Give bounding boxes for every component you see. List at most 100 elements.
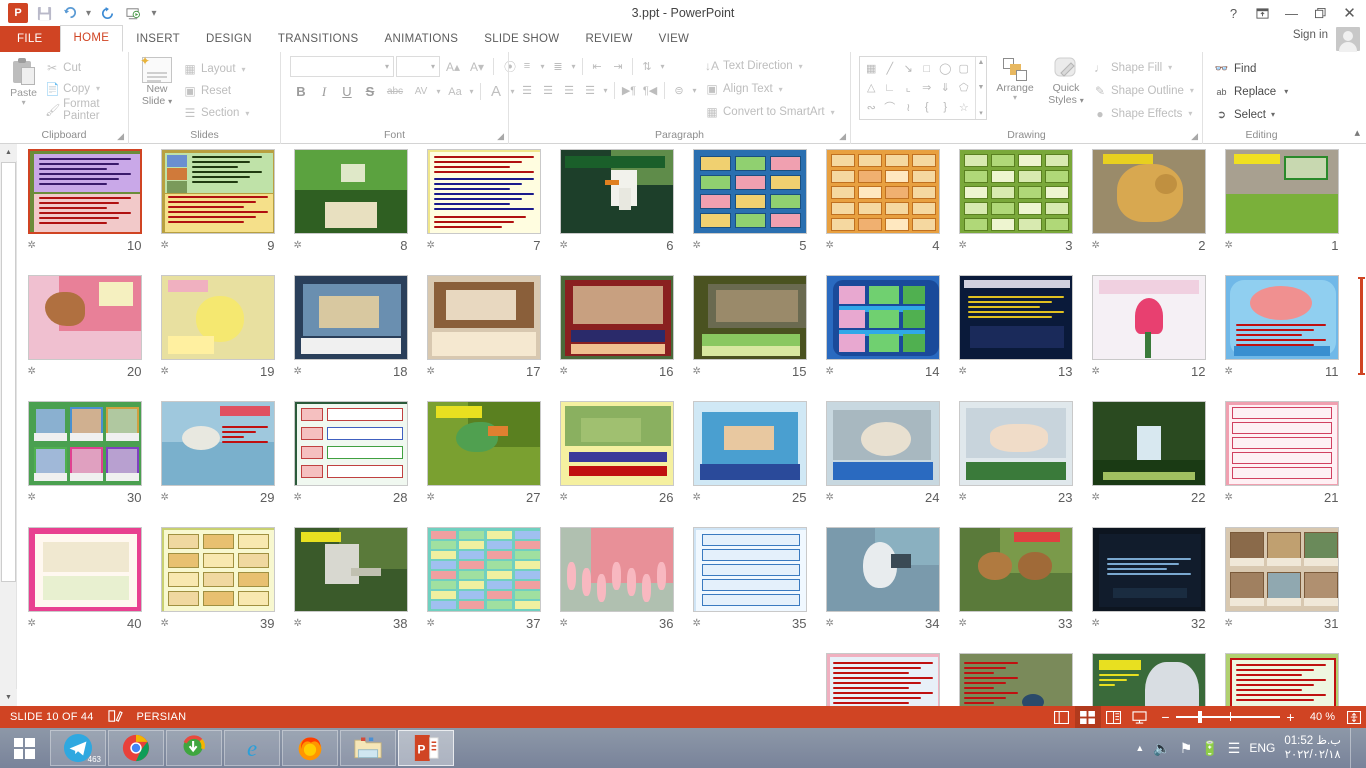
sign-in-button[interactable]: Sign in [1293, 29, 1328, 41]
slide-preview[interactable] [959, 653, 1073, 706]
slide-thumbnail-32[interactable]: ✲32 [1082, 522, 1215, 648]
slide-preview[interactable] [693, 527, 807, 612]
tab-design[interactable]: DESIGN [193, 26, 265, 52]
character-spacing-dropdown-icon[interactable]: ▾ [434, 81, 443, 102]
shape-star-icon[interactable]: ☆ [955, 98, 974, 117]
slide-animation-icon[interactable]: ✲ [28, 366, 36, 377]
start-presentation-icon[interactable] [121, 2, 145, 24]
internet-explorer-taskbar-button[interactable]: e [224, 730, 280, 766]
slide-preview[interactable] [826, 527, 940, 612]
slide-thumbnail-11[interactable]: ✲11 [1215, 270, 1348, 396]
slide-preview[interactable] [693, 275, 807, 360]
slide-thumbnail-26[interactable]: ✲26 [550, 396, 683, 522]
customize-qat-icon[interactable]: ▾ [147, 2, 161, 24]
shape-right-brace-icon[interactable]: } [936, 98, 955, 117]
slide-preview[interactable] [1092, 401, 1206, 486]
slide-thumbnail-35[interactable]: ✲35 [683, 522, 816, 648]
tab-file[interactable]: FILE [0, 26, 60, 52]
minimize-button[interactable]: — [1277, 1, 1306, 25]
close-button[interactable]: ✕ [1335, 1, 1364, 25]
slide-preview[interactable] [693, 149, 807, 234]
slide-thumbnail-8[interactable]: ✲8 [284, 144, 417, 270]
decrease-indent-button[interactable]: ⇤ [587, 56, 607, 76]
clock[interactable]: ب.ظ 01:52 ٢٠٢٢/٠٢/١٨ [1284, 734, 1341, 762]
slide-preview[interactable] [1092, 149, 1206, 234]
action-center-icon[interactable]: ⚑ [1180, 740, 1193, 757]
italic-button[interactable]: I [313, 81, 335, 102]
slide-thumbnail-40[interactable]: ✲40 [18, 522, 151, 648]
drawing-dialog-launcher[interactable]: ◢ [1191, 130, 1198, 143]
justify-button[interactable]: ☰ [580, 80, 600, 100]
select-dropdown-icon[interactable]: ▾ [1271, 110, 1275, 119]
slide-thumbnail-6[interactable]: ✲6 [550, 144, 683, 270]
change-case-dropdown-icon[interactable]: ▾ [467, 81, 476, 102]
firefox-taskbar-button[interactable] [282, 730, 338, 766]
slide-animation-icon[interactable]: ✲ [427, 492, 435, 503]
slide-animation-icon[interactable]: ✲ [693, 366, 701, 377]
slide-animation-icon[interactable]: ✲ [560, 366, 568, 377]
slide-position-indicator[interactable]: SLIDE 10 OF 44 [0, 711, 104, 723]
copy-dropdown-icon[interactable]: ▾ [96, 84, 100, 93]
layout-dropdown-icon[interactable]: ▾ [242, 65, 246, 74]
slide-animation-icon[interactable]: ✲ [693, 240, 701, 251]
line-spacing-button[interactable]: ⇅ [637, 56, 657, 76]
slide-preview[interactable] [28, 275, 142, 360]
slide-thumbnail-28[interactable]: ✲28 [284, 396, 417, 522]
slide-animation-icon[interactable]: ✲ [294, 492, 302, 503]
vertical-scrollbar[interactable]: ▲ ▼ [0, 144, 17, 706]
gallery-scroll-down-icon[interactable]: ▼ [978, 84, 985, 91]
slide-animation-icon[interactable]: ✲ [28, 618, 36, 629]
scroll-up-button[interactable]: ▲ [0, 144, 17, 161]
text-direction-button[interactable]: ↓A Text Direction ▾ [705, 56, 835, 76]
zoom-level-label[interactable]: 40 % [1303, 711, 1342, 723]
slide-thumbnail-19[interactable]: ✲19 [151, 270, 284, 396]
slide-animation-icon[interactable]: ✲ [693, 492, 701, 503]
scroll-down-button[interactable]: ▼ [0, 689, 17, 706]
align-left-button[interactable]: ☰ [517, 80, 537, 100]
slide-thumbnail-5[interactable]: ✲5 [683, 144, 816, 270]
slide-thumbnail-20[interactable]: ✲20 [18, 270, 151, 396]
align-right-button[interactable]: ☰ [559, 80, 579, 100]
cut-button[interactable]: ✂ Cut [42, 58, 123, 77]
language-indicator-tray[interactable]: ENG [1249, 741, 1275, 755]
ltr-direction-button[interactable]: ▶¶ [619, 80, 639, 100]
slide-preview[interactable] [294, 527, 408, 612]
slide-animation-icon[interactable]: ✲ [826, 492, 834, 503]
columns-button[interactable]: ⊜ [669, 80, 689, 100]
zoom-in-button[interactable]: + [1284, 709, 1297, 725]
slide-thumbnail-31[interactable]: ✲31 [1215, 522, 1348, 648]
slide-preview[interactable] [28, 149, 142, 234]
slide-thumbnail-27[interactable]: ✲27 [417, 396, 550, 522]
slide-preview[interactable] [1092, 653, 1206, 706]
slide-preview[interactable] [1225, 149, 1339, 234]
file-explorer-taskbar-button[interactable] [340, 730, 396, 766]
slide-preview[interactable] [560, 275, 674, 360]
slide-animation-icon[interactable]: ✲ [427, 366, 435, 377]
shapes-gallery-scrollbar[interactable]: ▲ ▼ ▾ [975, 57, 986, 119]
slide-animation-icon[interactable]: ✲ [560, 492, 568, 503]
slide-preview[interactable] [1225, 401, 1339, 486]
increase-indent-button[interactable]: ⇥ [608, 56, 628, 76]
slide-animation-icon[interactable]: ✲ [1092, 366, 1100, 377]
ribbon-display-options-icon[interactable] [1248, 1, 1277, 25]
layout-button[interactable]: ▦ Layout ▾ [180, 59, 252, 79]
shape-pentagon-icon[interactable]: ⬠ [955, 78, 974, 97]
help-button[interactable]: ? [1219, 1, 1248, 25]
find-button[interactable]: 👓 Find [1211, 58, 1291, 79]
underline-button[interactable]: U [336, 81, 358, 102]
font-color-button[interactable]: A [485, 81, 507, 102]
slide-thumbnail-21[interactable]: ✲21 [1215, 396, 1348, 522]
slide-animation-icon[interactable]: ✲ [1092, 492, 1100, 503]
gallery-expand-icon[interactable]: ▾ [979, 109, 983, 117]
tab-home[interactable]: HOME [60, 25, 124, 52]
show-desktop-button[interactable] [1350, 728, 1358, 768]
shape-oval-icon[interactable]: ◯ [936, 59, 955, 78]
slide-animation-icon[interactable]: ✲ [28, 492, 36, 503]
slide-animation-icon[interactable]: ✲ [826, 366, 834, 377]
rtl-direction-button[interactable]: ¶◀ [640, 80, 660, 100]
slide-thumbnail-1[interactable]: ✲1 [1215, 144, 1348, 270]
shape-outline-dropdown-icon[interactable]: ▾ [1190, 86, 1194, 95]
shape-freeform-icon[interactable]: ∾ [862, 98, 881, 117]
slide-animation-icon[interactable]: ✲ [28, 240, 36, 251]
slide-preview[interactable] [294, 401, 408, 486]
